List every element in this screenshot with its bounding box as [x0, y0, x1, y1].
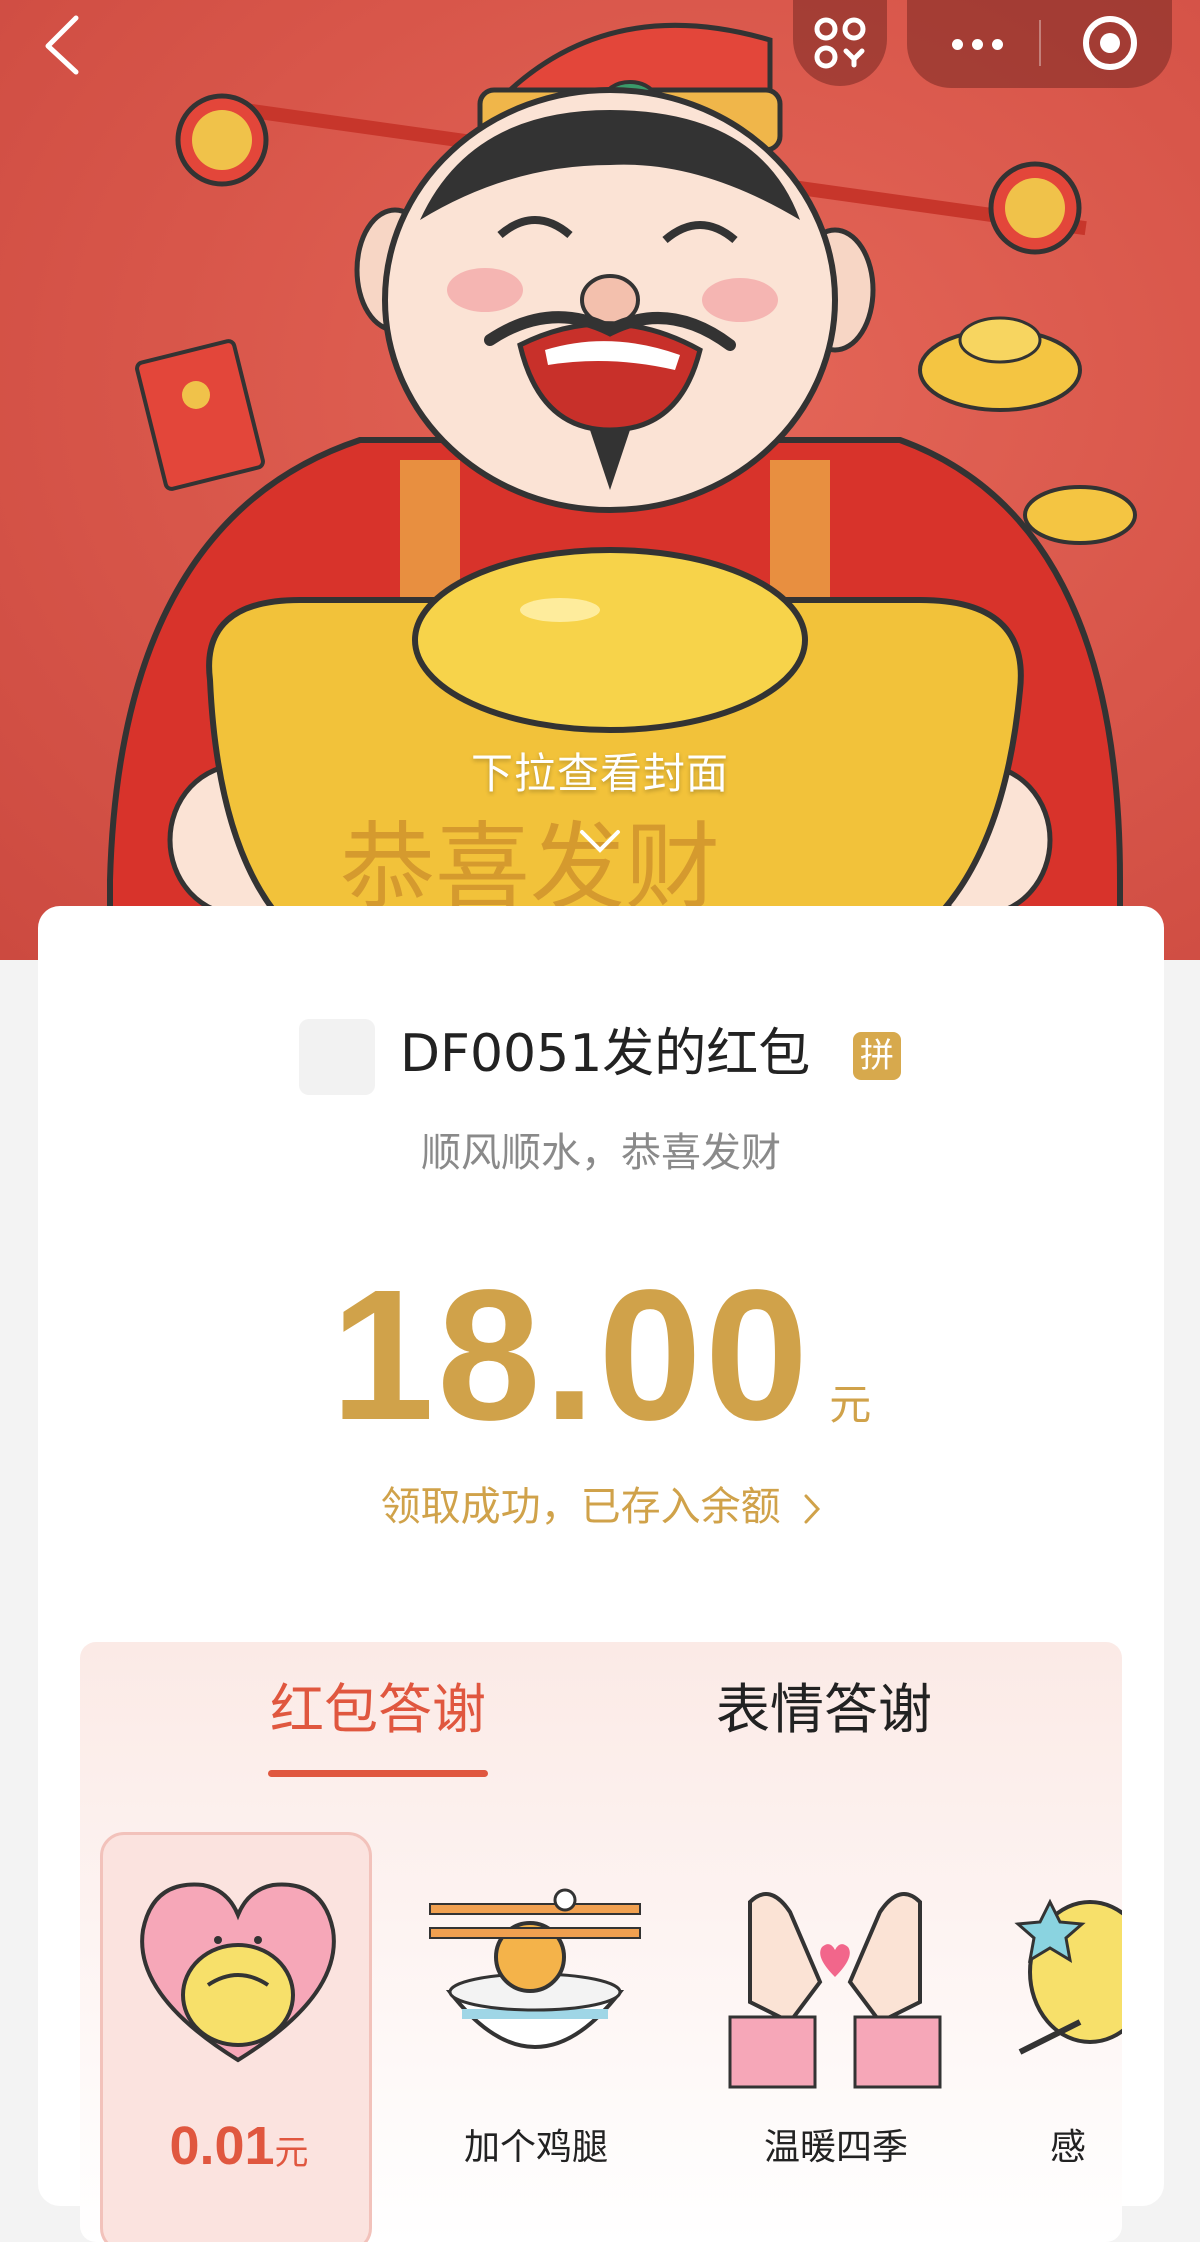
- gift-label: 加个鸡腿: [463, 2127, 608, 2168]
- star-mascot-icon: [1014, 1898, 1122, 2055]
- pull-down-hint: 下拉查看封面: [470, 749, 729, 798]
- balance-status-link[interactable]: 领取成功，已存入余额: [38, 1474, 1164, 1532]
- tab-emoji-thanks[interactable]: 表情答谢: [716, 1670, 932, 1750]
- amount-display: 18.00 元: [38, 1252, 1164, 1459]
- cover-image[interactable]: 恭喜发财 下拉查看封面: [0, 0, 1200, 960]
- greeting-message: 顺风顺水，恭喜发财: [421, 1130, 781, 1176]
- amount-unit: 元: [829, 1380, 872, 1429]
- gift-option-partial[interactable]: 感: [1000, 1832, 1122, 2242]
- red-packet-detail-card: DF0051发的红包 拼 顺风顺水，恭喜发财 18.00 元 领取成功，已存入余额…: [38, 906, 1164, 2242]
- active-tab-indicator: [268, 1770, 488, 1777]
- gift-label: 感: [1050, 2127, 1087, 2168]
- capsule-divider: [1039, 20, 1041, 66]
- close-mini-program-button[interactable]: [1077, 10, 1143, 76]
- status-text: 领取成功，已存入余额: [380, 1484, 781, 1530]
- heart-hug-icon: [140, 1882, 336, 2063]
- gift-option-heart[interactable]: 0.01元: [100, 1832, 372, 2242]
- avatar[interactable]: [299, 1019, 375, 1095]
- amount-value: 18.00: [330, 1252, 812, 1459]
- god-of-wealth-illustration: 恭喜发财: [107, 22, 1137, 960]
- gift-price: 0.01元: [169, 2116, 309, 2176]
- gift-option-chicken-leg[interactable]: 加个鸡腿: [400, 1832, 672, 2242]
- tab-red-packet-thanks[interactable]: 红包答谢: [270, 1670, 486, 1750]
- back-button[interactable]: [38, 12, 86, 76]
- finger-heart-icon: [728, 1892, 942, 2089]
- group-packet-badge: 拼: [853, 1032, 901, 1080]
- chevron-down-icon: [580, 830, 620, 853]
- capsule-menu: [907, 0, 1172, 88]
- chicken-leg-bowl-icon: [429, 1888, 641, 2049]
- more-dots-icon: [951, 38, 963, 50]
- chevron-right-icon: [804, 1494, 821, 1524]
- gift-label: 温暖四季: [763, 2127, 908, 2168]
- sender-name: DF0051发的红包: [400, 1024, 811, 1084]
- scan-icon: [814, 17, 866, 69]
- sender-row: DF0051发的红包 拼: [38, 1014, 1164, 1095]
- gift-option-warm-seasons[interactable]: 温暖四季: [700, 1832, 972, 2242]
- thanks-panel: 红包答谢 表情答谢 0.01元 加个鸡腿 温暖四季 感: [80, 1642, 1122, 2242]
- more-button[interactable]: [937, 20, 1017, 68]
